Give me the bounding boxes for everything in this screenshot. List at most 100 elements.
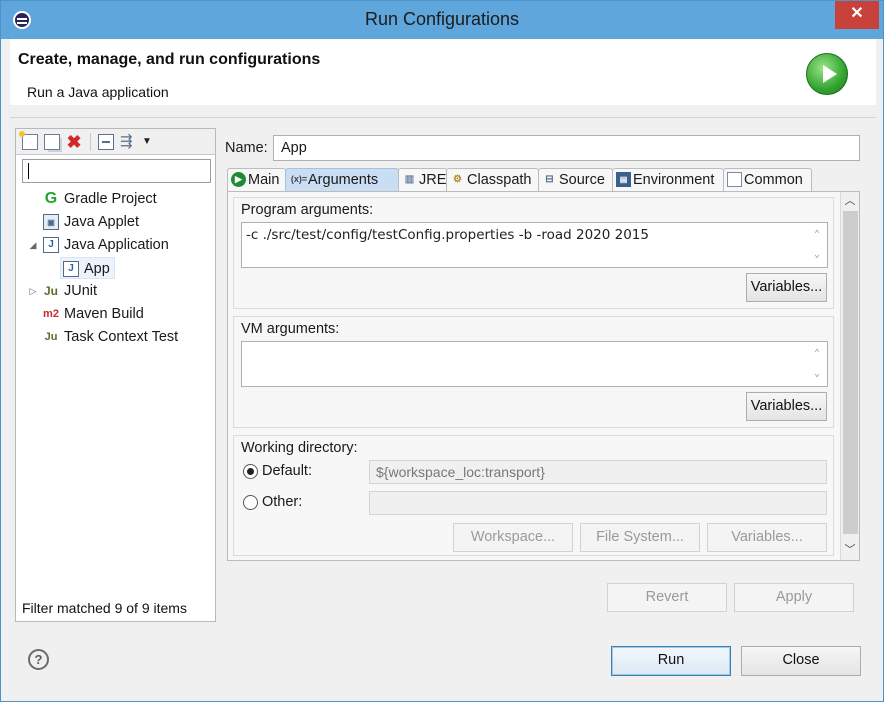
content-scrollbar[interactable]: ︿ ﹀ bbox=[840, 192, 859, 560]
filter-input[interactable] bbox=[22, 159, 211, 183]
java-application-icon: J bbox=[43, 237, 59, 253]
java-applet-icon: ▣ bbox=[43, 214, 59, 230]
tab-source[interactable]: ⊟ Source bbox=[538, 168, 613, 192]
revert-button[interactable]: Revert bbox=[607, 583, 727, 612]
window-title: Run Configurations bbox=[364, 9, 520, 29]
text-caret bbox=[28, 163, 29, 179]
tab-label: Arguments bbox=[308, 172, 379, 188]
filter-status: Filter matched 9 of 9 items bbox=[22, 600, 187, 616]
arguments-tab-icon: (x)= bbox=[290, 174, 308, 184]
tab-label: Common bbox=[744, 172, 803, 188]
collapse-all-icon[interactable] bbox=[98, 134, 114, 150]
working-directory-group: Working directory: Default: ${workspace_… bbox=[233, 435, 834, 556]
expanded-arrow-icon[interactable]: ◢ bbox=[28, 234, 38, 256]
tree-item-java-applet[interactable]: ▣ Java Applet bbox=[16, 211, 215, 233]
view-menu-icon[interactable]: ▼ bbox=[142, 134, 158, 150]
tree-item-app[interactable]: J App bbox=[60, 257, 115, 279]
maven-icon: m2 bbox=[43, 308, 59, 320]
gradle-icon: G bbox=[44, 190, 58, 207]
task-context-icon: Ju bbox=[44, 331, 58, 343]
tree-item-label: Java Applet bbox=[64, 214, 139, 230]
tree-item-label: Maven Build bbox=[64, 306, 144, 322]
junit-icon: Ju bbox=[43, 284, 58, 298]
title-bar: Run Configurations ✕ bbox=[1, 1, 883, 39]
working-dir-variables-button[interactable]: Variables... bbox=[707, 523, 827, 552]
main-tab-icon: ▶ bbox=[231, 172, 246, 187]
scroll-down-icon[interactable]: ﹀ bbox=[841, 542, 859, 559]
tree-item-task-context-test[interactable]: Ju Task Context Test bbox=[16, 326, 215, 348]
program-args-variables-button[interactable]: Variables... bbox=[746, 273, 827, 302]
default-directory-radio[interactable] bbox=[243, 464, 258, 479]
header-title: Create, manage, and run configurations bbox=[18, 51, 321, 68]
arguments-tab-content: Program arguments: -c ./src/test/config/… bbox=[227, 191, 860, 561]
tree-item-label: JUnit bbox=[64, 283, 98, 299]
tree-item-label: Gradle Project bbox=[64, 191, 157, 207]
tree-item-maven-build[interactable]: m2 Maven Build bbox=[16, 303, 215, 325]
tab-label: Main bbox=[248, 172, 280, 188]
filter-icon[interactable]: ⇶ bbox=[120, 134, 136, 150]
other-directory-field bbox=[369, 491, 827, 515]
toolbar-divider bbox=[90, 133, 91, 151]
configuration-editor: Name: App ▶ Main (x)= Arguments ▥ JRE ⚙ … bbox=[219, 128, 865, 622]
name-field[interactable]: App bbox=[273, 135, 860, 161]
header-separator bbox=[10, 117, 876, 118]
other-directory-radio[interactable] bbox=[243, 495, 258, 510]
config-tabs: ▶ Main (x)= Arguments ▥ JRE ⚙ Classpath … bbox=[227, 168, 860, 192]
tab-environment[interactable]: ▤ Environment bbox=[612, 168, 724, 192]
vm-arguments-textarea[interactable]: ⌃ ⌄ bbox=[241, 341, 828, 387]
tab-classpath[interactable]: ⚙ Classpath bbox=[446, 168, 539, 192]
run-button[interactable]: Run bbox=[611, 646, 731, 676]
default-directory-label: Default: bbox=[262, 463, 312, 479]
header-subtitle: Run a Java application bbox=[27, 84, 169, 100]
other-directory-label: Other: bbox=[262, 494, 303, 510]
tab-main[interactable]: ▶ Main bbox=[227, 168, 286, 192]
program-arguments-value: -c ./src/test/config/testConfig.properti… bbox=[246, 227, 649, 243]
tree-item-gradle-project[interactable]: G Gradle Project bbox=[16, 188, 215, 210]
tree-item-junit[interactable]: ▷ Ju JUnit bbox=[16, 280, 215, 302]
tab-arguments[interactable]: (x)= Arguments bbox=[285, 168, 399, 192]
jre-tab-icon: ▥ bbox=[404, 174, 415, 185]
apply-button[interactable]: Apply bbox=[734, 583, 854, 612]
vm-args-variables-button[interactable]: Variables... bbox=[746, 392, 827, 421]
name-label: Name: bbox=[225, 140, 268, 156]
program-arguments-textarea[interactable]: -c ./src/test/config/testConfig.properti… bbox=[241, 222, 828, 268]
default-directory-field: ${workspace_loc:transport} bbox=[369, 460, 827, 484]
tab-jre[interactable]: ▥ JRE bbox=[398, 168, 447, 192]
environment-tab-icon: ▤ bbox=[616, 172, 631, 187]
textarea-scroll-arrows[interactable]: ⌃ ⌄ bbox=[809, 344, 825, 384]
configuration-tree-panel: ✖ ⇶ ▼ G Gradle Project ▣ Java Applet ◢ J… bbox=[15, 128, 216, 622]
tree-toolbar: ✖ ⇶ ▼ bbox=[16, 129, 215, 155]
duplicate-icon[interactable] bbox=[44, 134, 60, 150]
textarea-scroll-arrows[interactable]: ⌃ ⌄ bbox=[809, 225, 825, 265]
common-tab-icon bbox=[727, 172, 742, 187]
file-system-button[interactable]: File System... bbox=[580, 523, 700, 552]
collapsed-arrow-icon[interactable]: ▷ bbox=[28, 280, 38, 302]
source-tab-icon: ⊟ bbox=[545, 174, 554, 185]
help-icon[interactable]: ? bbox=[28, 649, 49, 670]
tree-item-label: Java Application bbox=[64, 237, 169, 253]
tab-label: Source bbox=[559, 172, 605, 188]
program-arguments-group: Program arguments: -c ./src/test/config/… bbox=[233, 197, 834, 309]
scroll-up-icon[interactable]: ︿ bbox=[841, 193, 859, 210]
tab-label: Environment bbox=[633, 172, 715, 188]
java-application-icon: J bbox=[63, 261, 79, 277]
delete-icon[interactable]: ✖ bbox=[66, 133, 82, 151]
tree-item-java-application[interactable]: ◢ J Java Application bbox=[16, 234, 215, 256]
run-launch-icon bbox=[806, 53, 848, 95]
dialog-header: Create, manage, and run configurations R… bbox=[10, 39, 876, 105]
window-close-button[interactable]: ✕ bbox=[835, 1, 879, 29]
tab-label: Classpath bbox=[467, 172, 532, 188]
working-directory-label: Working directory: bbox=[241, 440, 358, 456]
tab-common[interactable]: Common bbox=[723, 168, 812, 192]
vm-arguments-label: VM arguments: bbox=[241, 321, 340, 337]
close-button[interactable]: Close bbox=[741, 646, 861, 676]
tree-item-label: Task Context Test bbox=[64, 329, 179, 345]
tree-item-label: App bbox=[84, 261, 110, 277]
tab-label: JRE bbox=[419, 172, 447, 188]
program-arguments-label: Program arguments: bbox=[241, 202, 374, 218]
classpath-tab-icon: ⚙ bbox=[453, 174, 462, 185]
workspace-button[interactable]: Workspace... bbox=[453, 523, 573, 552]
scrollbar-thumb[interactable] bbox=[843, 211, 858, 534]
vm-arguments-group: VM arguments: ⌃ ⌄ Variables... bbox=[233, 316, 834, 428]
new-config-icon[interactable] bbox=[19, 131, 38, 150]
